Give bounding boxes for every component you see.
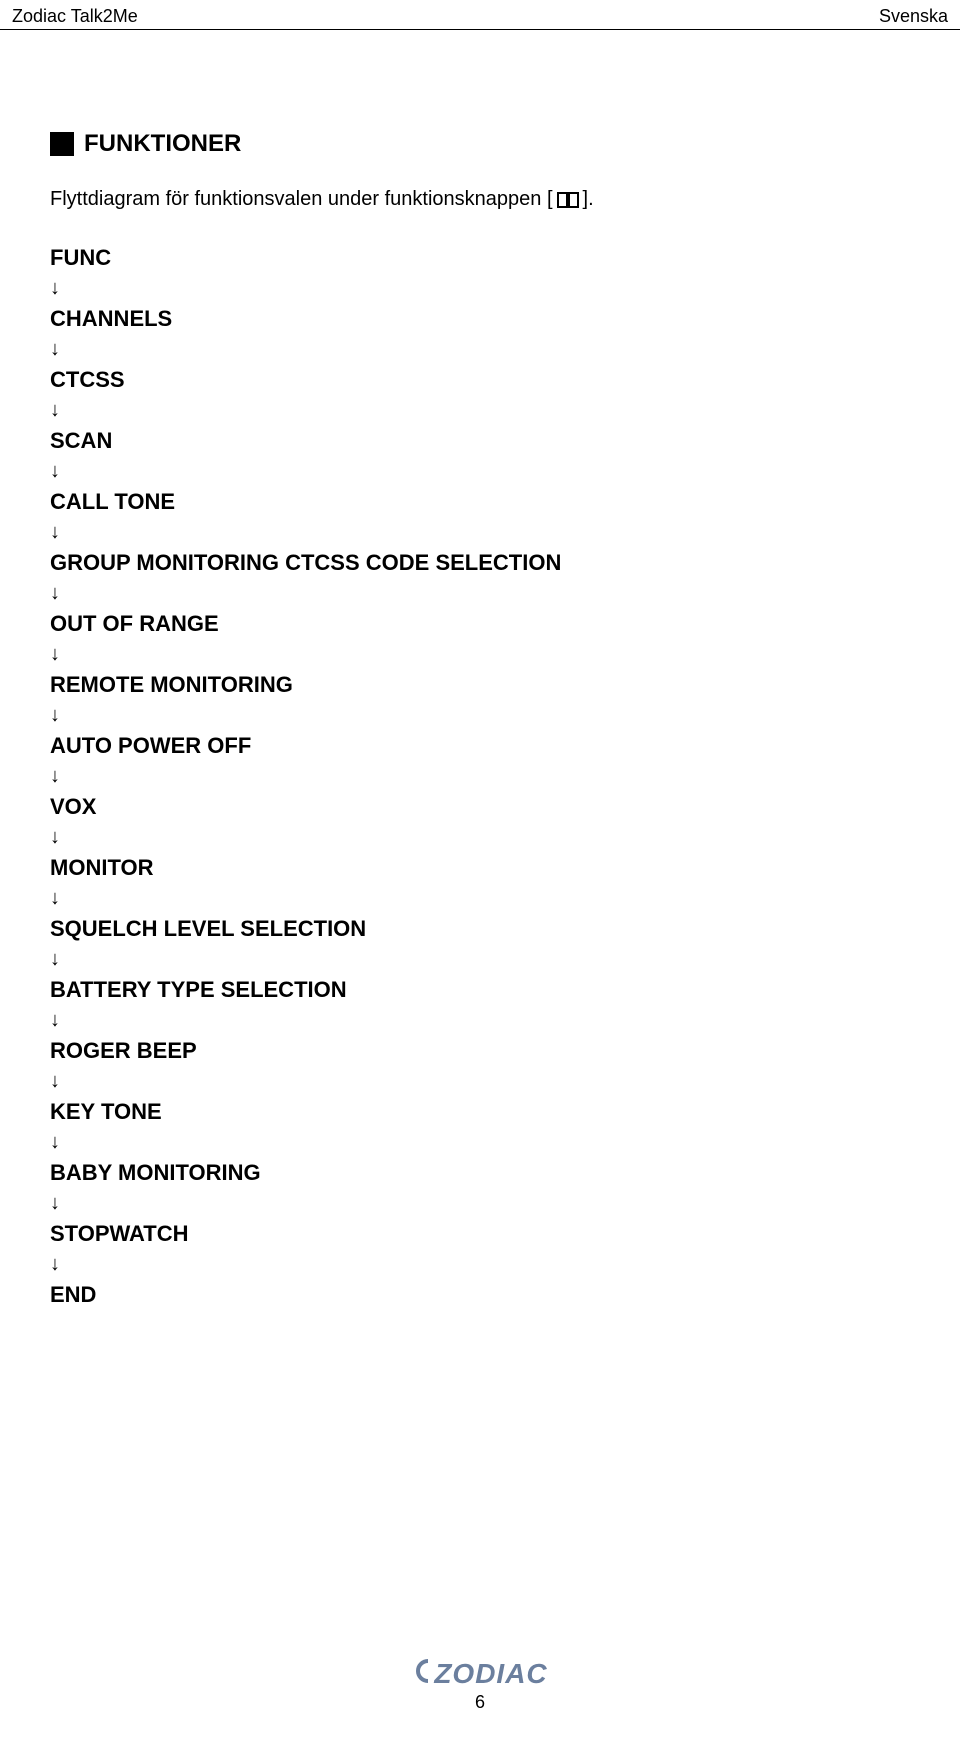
down-arrow-icon: ↓ (50, 396, 910, 424)
flow-item: CALL TONE (50, 485, 910, 518)
flow-item: ROGER BEEP (50, 1034, 910, 1067)
flow-item: STOPWATCH (50, 1217, 910, 1250)
flow-item: MONITOR (50, 851, 910, 884)
section-title: FUNKTIONER (84, 130, 241, 158)
header-right-text: Svenska (879, 6, 948, 27)
flow-item: SCAN (50, 424, 910, 457)
down-arrow-icon: ↓ (50, 701, 910, 729)
flow-item: AUTO POWER OFF (50, 729, 910, 762)
function-flow-list: FUNC↓CHANNELS↓CTCSS↓SCAN↓CALL TONE↓GROUP… (50, 241, 910, 1311)
down-arrow-icon: ↓ (50, 1128, 910, 1156)
down-arrow-icon: ↓ (50, 1189, 910, 1217)
flow-item: VOX (50, 790, 910, 823)
zodiac-logo: ZODIAC (412, 1658, 547, 1690)
intro-text-row: Flyttdiagram för funktionsvalen under fu… (50, 188, 910, 211)
down-arrow-icon: ↓ (50, 640, 910, 668)
intro-prefix: Flyttdiagram för funktionsvalen under fu… (50, 188, 553, 211)
square-bullet-icon (50, 132, 74, 156)
flow-item: BATTERY TYPE SELECTION (50, 973, 910, 1006)
down-arrow-icon: ↓ (50, 1006, 910, 1034)
flow-item: REMOTE MONITORING (50, 668, 910, 701)
flow-item: BABY MONITORING (50, 1156, 910, 1189)
flow-item: GROUP MONITORING CTCSS CODE SELECTION (50, 546, 910, 579)
down-arrow-icon: ↓ (50, 762, 910, 790)
down-arrow-icon: ↓ (50, 1250, 910, 1278)
down-arrow-icon: ↓ (50, 945, 910, 973)
flow-item: END (50, 1278, 910, 1311)
down-arrow-icon: ↓ (50, 518, 910, 546)
down-arrow-icon: ↓ (50, 1067, 910, 1095)
flow-item: OUT OF RANGE (50, 607, 910, 640)
header-left-text: Zodiac Talk2Me (12, 6, 138, 27)
main-content: FUNKTIONER Flyttdiagram för funktionsval… (0, 30, 960, 1311)
flow-item: CHANNELS (50, 302, 910, 335)
down-arrow-icon: ↓ (50, 579, 910, 607)
logo-arc-icon (412, 1658, 432, 1690)
down-arrow-icon: ↓ (50, 274, 910, 302)
logo-text: ZODIAC (434, 1658, 547, 1690)
section-title-row: FUNKTIONER (50, 130, 910, 158)
intro-suffix: ]. (583, 188, 594, 211)
flow-item: FUNC (50, 241, 910, 274)
page-header: Zodiac Talk2Me Svenska (0, 0, 960, 30)
page-footer: ZODIAC 6 (0, 1658, 960, 1713)
down-arrow-icon: ↓ (50, 457, 910, 485)
flow-item: CTCSS (50, 363, 910, 396)
flow-item: KEY TONE (50, 1095, 910, 1128)
page-number: 6 (0, 1692, 960, 1713)
down-arrow-icon: ↓ (50, 823, 910, 851)
down-arrow-icon: ↓ (50, 335, 910, 363)
book-icon (557, 191, 579, 209)
down-arrow-icon: ↓ (50, 884, 910, 912)
flow-item: SQUELCH LEVEL SELECTION (50, 912, 910, 945)
